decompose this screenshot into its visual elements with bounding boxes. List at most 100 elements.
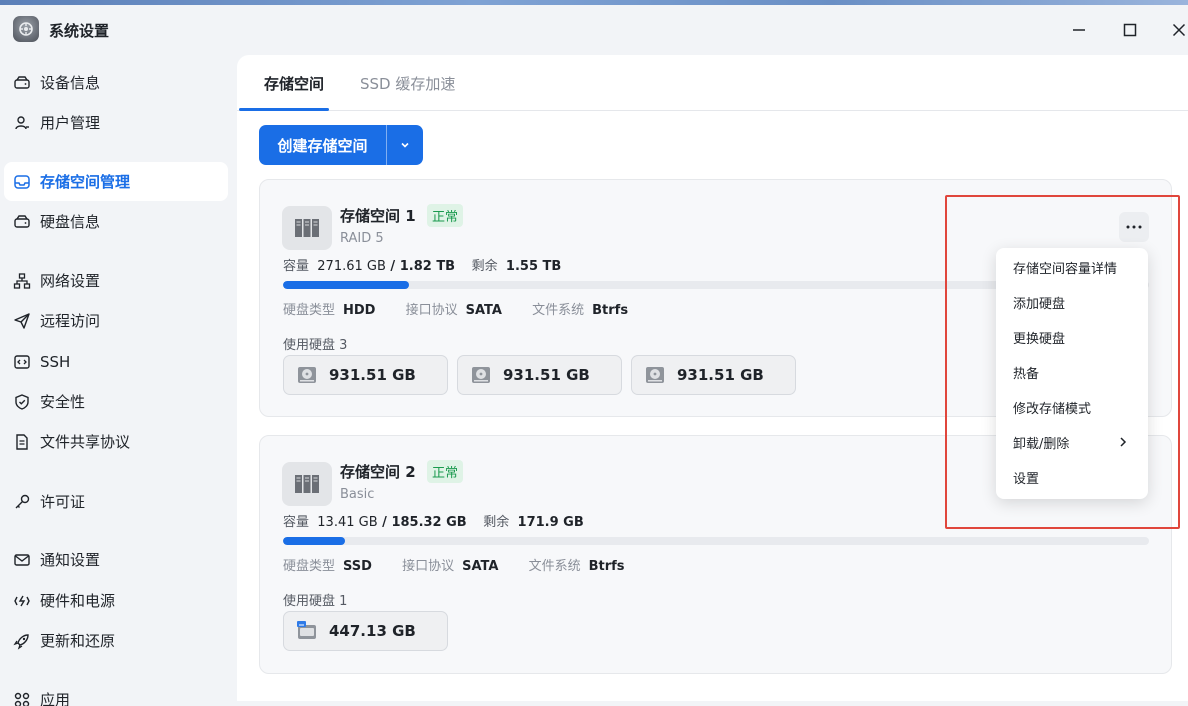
sidebar-item-label: 更新和还原 [40, 632, 116, 650]
close-button[interactable] [1167, 18, 1188, 42]
sidebar-item-update-restore[interactable]: 更新和还原 [4, 621, 228, 660]
disks-used-label: 使用硬盘 3 [283, 338, 348, 353]
capacity-row: 容量 271.61 GB / 1.82 TB 剩余 1.55 TB [283, 255, 561, 274]
sidebar-item-storage[interactable]: 存储空间管理 [4, 162, 228, 201]
sidebar-item-label: 远程访问 [40, 312, 101, 330]
close-icon [1172, 23, 1186, 37]
interface-value: SATA [465, 303, 502, 318]
maximize-icon [1123, 23, 1137, 37]
interface-value: SATA [462, 559, 499, 574]
hdd-icon [644, 364, 666, 386]
drive-icon [13, 74, 31, 92]
sidebar-item-license[interactable]: 许可证 [4, 482, 228, 521]
sidebar-item-remote-access[interactable]: 远程访问 [4, 301, 228, 340]
key-icon [13, 493, 31, 511]
mail-icon [13, 551, 31, 569]
network-icon [13, 272, 31, 290]
usage-bar-fill [283, 281, 409, 289]
create-storage-button[interactable]: 创建存储空间 [259, 125, 387, 165]
interface-label: 接口协议 [405, 303, 458, 318]
sidebar-item-label: 用户管理 [40, 114, 101, 132]
sidebar-item-label: 许可证 [40, 493, 86, 511]
sidebar-item-label: 设备信息 [40, 74, 101, 92]
disk-type-label: 硬盘类型 [283, 559, 336, 574]
disks-used-label: 使用硬盘 1 [283, 594, 348, 609]
sidebar-item-label: 通知设置 [40, 551, 101, 569]
usage-bar-fill [283, 537, 346, 545]
rocket-icon [13, 632, 31, 650]
minimize-icon [1073, 29, 1085, 31]
capacity-label: 容量 [283, 259, 310, 274]
disk-chip[interactable]: 931.51 GB [457, 355, 622, 395]
capacity-separator: / [377, 515, 392, 530]
sidebar-item-label: 网络设置 [40, 272, 101, 290]
sidebar: 设备信息 用户管理 存储空间管理 硬盘信息 网络设置 远程访问 SSH 安全性 … [0, 55, 237, 706]
server-icon [282, 206, 332, 250]
disk-capacity: 931.51 GB [677, 366, 764, 384]
filesystem-label: 文件系统 [528, 559, 581, 574]
disk-type-value: HDD [343, 303, 376, 318]
sidebar-item-network[interactable]: 网络设置 [4, 261, 228, 300]
disk-capacity: 447.13 GB [329, 622, 416, 640]
sidebar-item-hardware-power[interactable]: 硬件和电源 [4, 581, 228, 620]
inbox-icon [13, 173, 31, 191]
apps-icon [13, 691, 31, 706]
create-storage-dropdown[interactable] [387, 125, 423, 165]
code-icon [13, 353, 31, 371]
disk-chip[interactable]: 447.13 GB [283, 611, 448, 651]
pool-name: 存储空间 2 [340, 463, 416, 481]
disk-type-value: SSD [343, 559, 372, 574]
minimize-button[interactable] [1067, 18, 1091, 42]
capacity-row: 容量 13.41 GB / 185.32 GB 剩余 171.9 GB [283, 511, 584, 530]
pool-name: 存储空间 1 [340, 207, 416, 225]
hdd-icon [470, 364, 492, 386]
sidebar-item-label: 安全性 [40, 393, 86, 411]
tab-bar: 存储空间 SSD 缓存加速 [237, 55, 1188, 111]
send-icon [13, 312, 31, 330]
sidebar-item-security[interactable]: 安全性 [4, 382, 228, 421]
filesystem-value: Btrfs [592, 303, 629, 318]
disk-capacity: 931.51 GB [503, 366, 590, 384]
disk-chip[interactable]: 931.51 GB [283, 355, 448, 395]
filesystem-label: 文件系统 [532, 303, 585, 318]
disk-chip[interactable]: 931.51 GB [631, 355, 796, 395]
sidebar-item-notifications[interactable]: 通知设置 [4, 540, 228, 579]
maximize-button[interactable] [1118, 18, 1142, 42]
tab-storage-space[interactable]: 存储空间 [264, 73, 324, 94]
sidebar-item-label: 存储空间管理 [40, 173, 131, 191]
server-icon [282, 462, 332, 506]
sidebar-item-ssh[interactable]: SSH [4, 342, 228, 381]
status-badge: 正常 [427, 204, 464, 227]
free-capacity: 171.9 GB [517, 515, 584, 530]
total-capacity: 185.32 GB [391, 515, 467, 530]
settings-app-icon [13, 16, 39, 42]
ssd-icon [296, 620, 318, 642]
free-capacity: 1.55 TB [505, 259, 562, 274]
shield-icon [13, 393, 31, 411]
sidebar-item-label: 应用 [40, 691, 71, 706]
sidebar-item-device-info[interactable]: 设备信息 [4, 63, 228, 102]
disk-type-label: 硬盘类型 [283, 303, 336, 318]
filesystem-value: Btrfs [588, 559, 625, 574]
used-capacity: 13.41 GB [317, 515, 378, 530]
usage-bar [283, 537, 1149, 545]
user-icon [13, 114, 31, 132]
title-bar: 系统设置 [0, 5, 1188, 55]
used-capacity: 271.61 GB [317, 259, 386, 274]
free-label: 剩余 [483, 515, 510, 530]
power-icon [13, 592, 31, 610]
raid-level: RAID 5 [340, 231, 384, 246]
sidebar-item-disk-info[interactable]: 硬盘信息 [4, 202, 228, 241]
tab-ssd-cache[interactable]: SSD 缓存加速 [360, 73, 455, 94]
status-badge: 正常 [427, 460, 464, 483]
hdd-icon [296, 364, 318, 386]
sidebar-item-apps[interactable]: 应用 [4, 680, 228, 706]
create-storage-split-button: 创建存储空间 [259, 125, 423, 165]
raid-level: Basic [340, 487, 375, 502]
sidebar-item-users[interactable]: 用户管理 [4, 103, 228, 142]
pool-meta-row: 硬盘类型 HDD 接口协议 SATA 文件系统 Btrfs [283, 299, 654, 318]
sidebar-item-label: 文件共享协议 [40, 433, 131, 451]
sidebar-item-label: 硬盘信息 [40, 213, 101, 231]
capacity-label: 容量 [283, 515, 310, 530]
sidebar-item-file-sharing[interactable]: 文件共享协议 [4, 422, 228, 461]
